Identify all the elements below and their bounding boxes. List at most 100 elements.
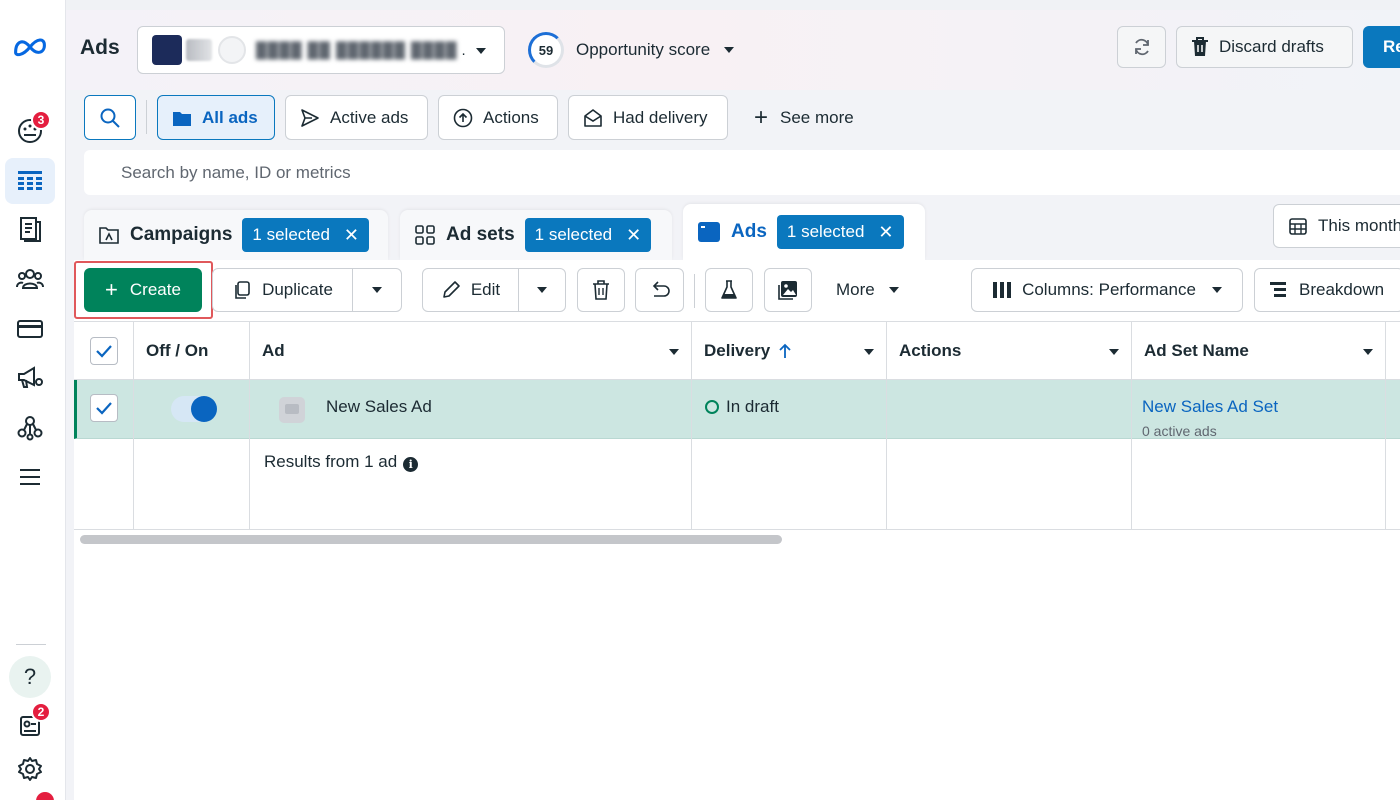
column-header-off-on[interactable]: Off / On: [146, 322, 208, 380]
filter-chip-label: Had delivery: [613, 107, 708, 127]
level-tabs: Campaigns 1 selected ✕ Ad sets 1 selecte…: [66, 204, 1400, 260]
tab-ad-sets[interactable]: Ad sets 1 selected ✕: [400, 210, 672, 260]
sort-ascending-arrow-icon: [779, 343, 791, 358]
creative-preview-button[interactable]: [764, 268, 812, 312]
table-row[interactable]: New Sales Ad In draft New Sales Ad Set 0…: [74, 380, 1400, 439]
duplicate-options-button[interactable]: [352, 268, 402, 312]
clear-selection-icon[interactable]: ✕: [878, 222, 893, 243]
ad-sets-selection-pill[interactable]: 1 selected ✕: [524, 218, 652, 252]
see-more-filters-button[interactable]: + See more: [754, 95, 854, 140]
opportunity-score-dropdown[interactable]: 59 Opportunity score: [528, 32, 735, 68]
tab-ads[interactable]: Ads 1 selected ✕: [683, 204, 925, 260]
rail-item-reports[interactable]: [5, 206, 55, 252]
more-actions-button[interactable]: More: [836, 268, 899, 312]
chevron-down-icon[interactable]: [864, 349, 874, 355]
search-input[interactable]: [84, 150, 1400, 195]
results-summary: Results from 1 ad i: [264, 452, 419, 472]
filter-chip-actions[interactable]: Actions: [438, 95, 558, 140]
search-toggle-button[interactable]: [84, 95, 136, 140]
rail-item-settings[interactable]: [5, 746, 55, 792]
columns-dropdown[interactable]: Columns: Performance: [971, 268, 1243, 312]
refresh-button[interactable]: [1117, 26, 1166, 68]
undo-button[interactable]: [635, 268, 684, 312]
chevron-down-icon[interactable]: [1363, 349, 1373, 355]
ad-on-off-toggle[interactable]: [171, 396, 217, 422]
results-summary-row: Results from 1 ad i: [74, 439, 1400, 530]
rail-item-performance[interactable]: 3: [5, 108, 55, 154]
chevron-down-icon[interactable]: [669, 349, 679, 355]
column-header-ad-set-name[interactable]: Ad Set Name: [1132, 322, 1385, 380]
discard-drafts-button[interactable]: Discard drafts: [1176, 26, 1353, 68]
see-more-label: See more: [780, 107, 854, 127]
column-divider: [249, 322, 250, 530]
toggle-knob: [191, 396, 217, 422]
rail-item-advertising[interactable]: [5, 354, 55, 400]
reports-book-icon: [20, 217, 41, 242]
filter-chip-label: Active ads: [330, 107, 409, 127]
ad-account-selector[interactable]: ████ ██ ██████ ████ .: [137, 26, 505, 74]
row-select-checkbox[interactable]: [90, 394, 118, 422]
columns-label: Columns: Performance: [1022, 280, 1196, 299]
info-icon[interactable]: i: [403, 457, 419, 472]
clear-selection-icon[interactable]: ✕: [626, 225, 641, 246]
meta-logo[interactable]: [5, 24, 55, 70]
help-button[interactable]: ?: [9, 656, 51, 698]
send-icon: [301, 108, 319, 127]
help-question-icon: ?: [23, 664, 37, 689]
filter-chip-label: Actions: [483, 107, 539, 127]
rail-item-business-suite[interactable]: [5, 404, 55, 450]
column-header-ad[interactable]: Ad: [250, 322, 691, 380]
column-divider: [1131, 322, 1132, 530]
pencil-icon: [443, 281, 460, 298]
filter-chip-active-ads[interactable]: Active ads: [285, 95, 428, 140]
duplicate-button[interactable]: Duplicate: [212, 268, 353, 312]
campaigns-selection-pill[interactable]: 1 selected ✕: [242, 218, 370, 252]
column-header-label: Delivery: [704, 341, 771, 360]
horizontal-scrollbar[interactable]: [80, 535, 782, 544]
chevron-down-icon[interactable]: [1109, 349, 1119, 355]
ad-thumbnail: [279, 397, 305, 423]
filter-divider: [146, 100, 147, 134]
rail-item-notifications[interactable]: 2: [5, 702, 55, 748]
refresh-icon: [1134, 38, 1149, 56]
checkmark-icon: [96, 402, 112, 415]
rail-item-audiences[interactable]: [5, 256, 55, 302]
rail-item-billing[interactable]: [5, 306, 55, 352]
chevron-down-icon: [372, 287, 382, 293]
column-header-delivery[interactable]: Delivery: [692, 322, 886, 380]
create-label: Create: [129, 280, 181, 299]
account-avatar: [152, 35, 182, 65]
column-header-label: Ad Set Name: [1144, 341, 1249, 360]
filter-chip-had-delivery[interactable]: Had delivery: [568, 95, 728, 140]
column-header-actions[interactable]: Actions: [887, 322, 1131, 380]
breakdown-dropdown[interactable]: Breakdown: [1254, 268, 1400, 312]
ad-set-name-link[interactable]: New Sales Ad Set: [1142, 397, 1278, 417]
account-photo-obscured: [218, 36, 246, 64]
clear-selection-icon[interactable]: ✕: [344, 225, 359, 246]
rail-item-campaigns-table[interactable]: [5, 158, 55, 204]
column-header-label: Off / On: [146, 341, 209, 360]
review-and-publish-button[interactable]: Re: [1363, 26, 1400, 68]
tab-campaigns[interactable]: Campaigns 1 selected ✕: [84, 210, 388, 260]
meta-logo-icon: [14, 38, 46, 57]
calendar-icon: [1289, 218, 1307, 235]
select-all-checkbox[interactable]: [90, 337, 118, 365]
image-gallery-icon: [778, 281, 797, 300]
filter-chip-all-ads[interactable]: All ads: [157, 95, 275, 140]
edit-button[interactable]: Edit: [422, 268, 519, 312]
create-button[interactable]: + Create: [84, 268, 202, 312]
a-b-test-button[interactable]: [705, 268, 753, 312]
audiences-people-icon: [16, 269, 44, 289]
ad-name[interactable]: New Sales Ad: [326, 397, 432, 417]
ads-selection-pill[interactable]: 1 selected ✕: [776, 215, 904, 249]
rail-item-all-tools[interactable]: [5, 454, 55, 500]
trash-icon: [1192, 37, 1208, 56]
content-left-gutter: [66, 90, 74, 800]
toolbar-divider: [694, 274, 695, 308]
date-range-picker[interactable]: This month: [1273, 204, 1400, 248]
filter-chip-label: All ads: [202, 107, 258, 127]
review-label: Re: [1383, 37, 1400, 56]
edit-options-button[interactable]: [518, 268, 566, 312]
delete-button[interactable]: [577, 268, 625, 312]
hamburger-menu-icon: [20, 469, 40, 485]
